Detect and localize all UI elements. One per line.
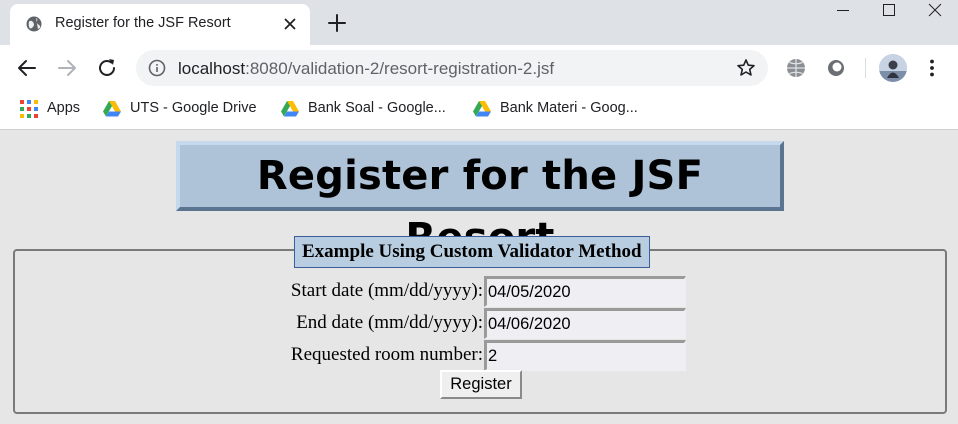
minimize-icon <box>837 10 849 11</box>
start-date-label: Start date (mm/dd/yyyy): <box>290 280 483 301</box>
translate-globe-icon[interactable] <box>784 56 808 80</box>
bookmark-label: UTS - Google Drive <box>130 100 257 116</box>
end-date-input[interactable] <box>484 308 686 339</box>
close-window-button[interactable] <box>912 0 958 28</box>
minimize-button[interactable] <box>820 0 866 28</box>
page-content: Register for the JSF Resort Example Usin… <box>0 131 958 424</box>
menu-kebab-icon[interactable] <box>920 56 944 80</box>
profile-avatar[interactable] <box>879 54 907 82</box>
form-row-start-date: Start date (mm/dd/yyyy): <box>15 276 945 307</box>
close-tab-icon[interactable] <box>281 15 299 33</box>
tab-title: Register for the JSF Resort <box>55 15 231 31</box>
globe-icon <box>26 16 42 32</box>
bookmark-uts-google-drive[interactable]: UTS - Google Drive <box>102 99 262 119</box>
url-text[interactable]: localhost:8080/validation-2/resort-regis… <box>178 59 554 79</box>
room-number-input[interactable] <box>484 340 686 371</box>
tab-strip: Register for the JSF Resort <box>0 0 958 45</box>
registration-form: Example Using Custom Validator Method St… <box>13 236 947 414</box>
browser-tab-active[interactable]: Register for the JSF Resort <box>10 4 310 45</box>
reload-icon[interactable] <box>95 56 119 80</box>
avatar-icon <box>879 54 907 82</box>
bookmark-bank-soal[interactable]: Bank Soal - Google... <box>280 99 452 119</box>
toolbar-separator <box>865 58 866 78</box>
form-legend: Example Using Custom Validator Method <box>294 236 650 268</box>
bookmarks-bar: Apps UTS - Google Drive Bank Soal - Goog… <box>0 91 958 130</box>
form-row-end-date: End date (mm/dd/yyyy): <box>15 308 945 339</box>
google-drive-icon <box>473 101 491 117</box>
browser-toolbar: localhost:8080/validation-2/resort-regis… <box>0 45 958 91</box>
start-date-input[interactable] <box>484 276 686 307</box>
maximize-icon <box>883 4 895 16</box>
end-date-label: End date (mm/dd/yyyy): <box>296 312 483 333</box>
maximize-button[interactable] <box>866 0 912 28</box>
google-drive-icon <box>103 101 121 117</box>
site-info-icon[interactable] <box>148 59 166 77</box>
forward-arrow-icon[interactable] <box>55 56 79 80</box>
google-drive-icon <box>281 101 299 117</box>
page-title-box: Register for the JSF Resort <box>176 141 784 261</box>
bookmark-bank-materi[interactable]: Bank Materi - Goog... <box>472 99 648 119</box>
room-number-label: Requested room number: <box>290 344 483 365</box>
register-button[interactable]: Register <box>440 370 522 399</box>
address-bar[interactable]: localhost:8080/validation-2/resort-regis… <box>136 50 768 86</box>
bookmark-label: Apps <box>47 100 81 116</box>
close-icon <box>928 3 942 17</box>
form-row-room-number: Requested room number: <box>15 340 945 371</box>
apps-grid-icon <box>20 100 38 118</box>
url-host: localhost <box>178 59 246 78</box>
bookmark-label: Bank Materi - Goog... <box>500 100 638 116</box>
new-tab-icon[interactable] <box>326 12 348 34</box>
url-path: :8080/validation-2/resort-registration-2… <box>245 59 555 78</box>
bookmark-apps[interactable]: Apps <box>19 99 89 119</box>
bookmark-label: Bank Soal - Google... <box>308 100 446 116</box>
back-arrow-icon[interactable] <box>15 56 39 80</box>
bookmark-star-icon[interactable] <box>736 58 756 78</box>
extension-icon[interactable] <box>824 56 848 80</box>
